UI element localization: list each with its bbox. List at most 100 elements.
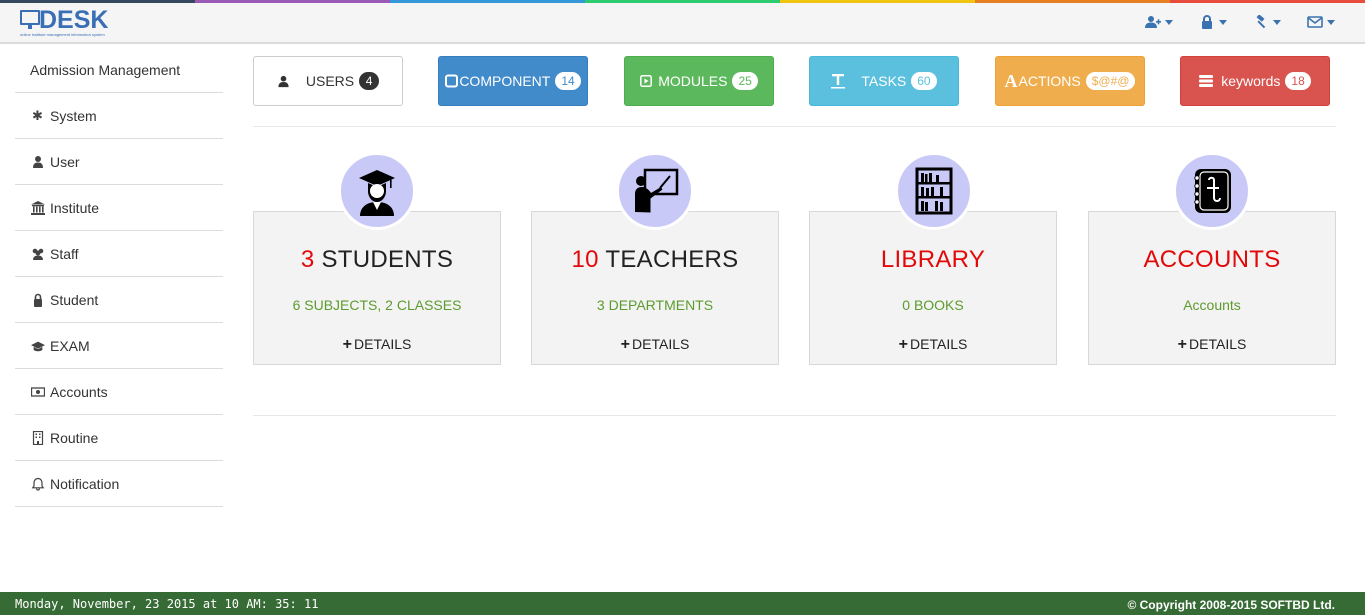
- sidebar-item-exam[interactable]: EXAM: [15, 323, 223, 369]
- tasks-button-label: TASKS: [861, 73, 907, 89]
- logo-text: DESK: [39, 6, 109, 34]
- sidebar-item-user[interactable]: User: [15, 139, 223, 185]
- monitor-icon: [20, 10, 40, 29]
- sidebar-item-label: Notification: [50, 475, 120, 492]
- teachers-details-link[interactable]: + DETAILS: [532, 336, 778, 354]
- sidebar-item-staff[interactable]: Staff: [15, 231, 223, 277]
- actions-count-badge: $@#@: [1085, 72, 1136, 90]
- user-add-menu[interactable]: [1145, 15, 1173, 29]
- lock-icon: [30, 293, 45, 307]
- component-button-label: COMPONENT: [459, 73, 551, 89]
- component-button[interactable]: COMPONENT 14: [438, 56, 588, 106]
- library-card: LIBRARY 0 BOOKS + DETAILS: [809, 211, 1057, 365]
- accounts-card-title: ACCOUNTS: [1143, 246, 1281, 273]
- gavel-menu[interactable]: [1253, 15, 1281, 29]
- sidebar-item-label: Student: [50, 291, 99, 308]
- chevron-down-icon: [1219, 19, 1227, 25]
- users-icon: [30, 247, 45, 261]
- accounts-details-link[interactable]: + DETAILS: [1089, 336, 1335, 354]
- plus-icon: +: [898, 336, 909, 353]
- tasks-count-badge: 60: [911, 72, 937, 90]
- students-card: 3 STUDENTS 6 SUBJECTS, 2 CLASSES + DETAIL…: [253, 211, 501, 365]
- desk-logo[interactable]: DESK online institute management informa…: [20, 6, 112, 40]
- accounts-card: ACCOUNTS Accounts + DETAILS: [1088, 211, 1336, 365]
- sidebar-item-admission[interactable]: Admission Management: [15, 47, 223, 93]
- details-label: DETAILS: [632, 336, 690, 352]
- users-count-badge: 4: [359, 72, 380, 90]
- students-card-subtitle: 6 SUBJECTS, 2 CLASSES: [292, 297, 462, 313]
- actions-button[interactable]: A ACTIONS $@#@: [995, 56, 1145, 106]
- lock-menu[interactable]: [1199, 15, 1227, 29]
- sidebar-item-system[interactable]: ✱ System: [15, 93, 223, 139]
- teacher-icon: [616, 152, 694, 230]
- sidebar-item-label: System: [50, 107, 97, 124]
- component-count-badge: 14: [555, 72, 581, 90]
- tasks-icon: [1199, 74, 1214, 88]
- user-icon: [277, 75, 290, 88]
- ledger-icon: [1173, 152, 1251, 230]
- chevron-down-icon: [1165, 19, 1173, 25]
- user-add-icon: [1145, 16, 1161, 28]
- graduation-cap-icon: [30, 339, 45, 353]
- asterisk-icon: ✱: [32, 107, 43, 123]
- chevron-down-icon: [1327, 19, 1335, 25]
- teachers-title-text: TEACHERS: [605, 246, 739, 273]
- students-count: 3: [300, 246, 315, 273]
- chevron-down-icon: [1273, 19, 1281, 25]
- plus-icon: +: [620, 336, 631, 353]
- square-icon: [445, 74, 459, 88]
- library-details-link[interactable]: + DETAILS: [810, 336, 1056, 354]
- logo-tagline: online institute management information …: [20, 32, 105, 37]
- text-icon: [831, 73, 846, 89]
- messages-menu[interactable]: [1307, 15, 1335, 29]
- bookshelf-icon: [895, 152, 973, 230]
- sidebar-item-label: Staff: [50, 245, 79, 262]
- sidebar-item-label: Accounts: [50, 383, 108, 400]
- details-label: DETAILS: [910, 336, 968, 352]
- plus-icon: +: [342, 336, 353, 353]
- institution-icon: [30, 200, 45, 215]
- sidebar-item-label: User: [50, 153, 80, 170]
- sidebar-item-accounts[interactable]: Accounts: [15, 369, 223, 415]
- building-icon: [30, 430, 45, 445]
- keywords-button-label: keywords: [1221, 73, 1281, 89]
- sidebar: Admission Management ✱ System User Insti…: [15, 47, 223, 507]
- divider: [253, 415, 1336, 416]
- details-label: DETAILS: [354, 336, 412, 352]
- graduate-icon: [338, 152, 416, 230]
- actions-button-label: ACTIONS: [1018, 73, 1081, 89]
- font-icon: A: [1004, 70, 1018, 91]
- user-icon: [30, 155, 45, 169]
- users-button[interactable]: USERS 4: [253, 56, 403, 106]
- students-card-title: 3 STUDENTS: [254, 246, 500, 274]
- sidebar-item-notification[interactable]: Notification: [15, 461, 223, 507]
- sidebar-item-label: EXAM: [50, 337, 90, 354]
- sidebar-item-routine[interactable]: Routine: [15, 415, 223, 461]
- plus-icon: +: [1177, 336, 1188, 353]
- modules-button[interactable]: MODULES 25: [624, 56, 774, 106]
- top-header: DESK online institute management informa…: [0, 3, 1365, 44]
- teachers-card: 10 TEACHERS 3 DEPARTMENTS + DETAILS: [531, 211, 779, 365]
- divider: [253, 126, 1336, 127]
- summary-button-row: USERS 4 COMPONENT 14 MODULES 25 TASKS 60…: [253, 56, 1330, 106]
- tasks-button[interactable]: TASKS 60: [809, 56, 959, 106]
- teachers-count: 10: [571, 246, 599, 273]
- details-label: DETAILS: [1189, 336, 1247, 352]
- sidebar-item-label: Admission Management: [30, 61, 181, 78]
- sidebar-item-student[interactable]: Student: [15, 277, 223, 323]
- sidebar-item-institute[interactable]: Institute: [15, 185, 223, 231]
- sidebar-item-label: Routine: [50, 429, 99, 446]
- students-details-link[interactable]: + DETAILS: [254, 336, 500, 354]
- students-title-text: STUDENTS: [321, 246, 454, 273]
- footer: Monday, November, 23 2015 at 10 AM: 35: …: [0, 592, 1365, 615]
- keywords-button[interactable]: keywords 18: [1180, 56, 1330, 106]
- modules-count-badge: 25: [732, 72, 758, 90]
- teachers-card-title: 10 TEACHERS: [532, 246, 778, 274]
- keywords-count-badge: 18: [1285, 72, 1311, 90]
- library-card-title: LIBRARY: [880, 246, 986, 273]
- bell-icon: [30, 477, 45, 491]
- play-square-icon: [640, 75, 653, 87]
- lock-icon: [1202, 15, 1212, 29]
- envelope-icon: [1307, 16, 1323, 28]
- library-card-subtitle: 0 BOOKS: [902, 297, 964, 313]
